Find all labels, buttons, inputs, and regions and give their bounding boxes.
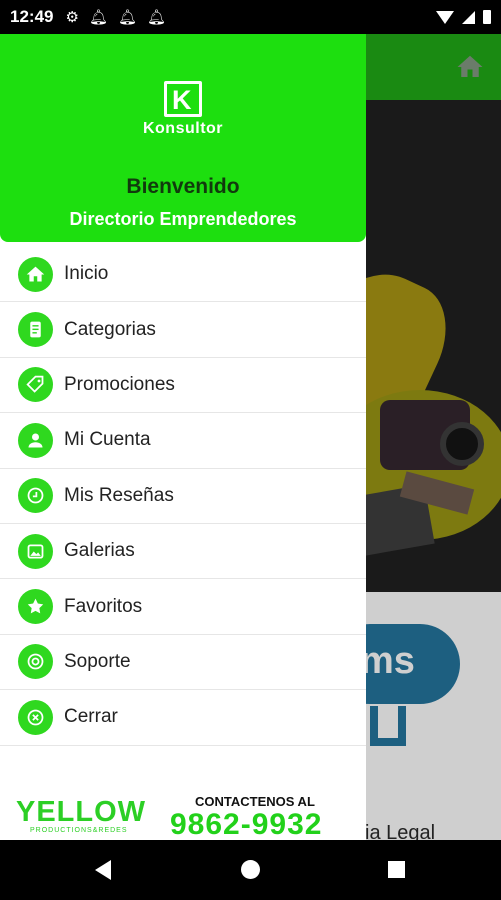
menu-item-label: Promociones bbox=[64, 373, 175, 395]
gallery-icon bbox=[18, 533, 53, 569]
menu-item-galerias[interactable]: Galerias bbox=[0, 524, 366, 580]
home-button-icon[interactable] bbox=[241, 860, 260, 879]
support-icon bbox=[18, 644, 53, 680]
menu-item-label: Categorias bbox=[64, 318, 156, 340]
menu-item-favoritos[interactable]: Favoritos bbox=[0, 579, 366, 635]
drawer-footer: YELLOW PRODUCTIONS&REDES CONTACTENOS AL … bbox=[0, 790, 366, 840]
menu-item-mis-resenas[interactable]: Mis Reseñas bbox=[0, 469, 366, 524]
status-bar: 12:49 ⚙ 🔔︎ 🔔︎ 🔔︎ bbox=[0, 0, 501, 34]
bell-icon: 🔔︎ bbox=[117, 9, 138, 26]
menu-item-promociones[interactable]: Promociones bbox=[0, 358, 366, 414]
contact-phone[interactable]: 9862-9932 bbox=[170, 808, 322, 840]
menu-item-inicio[interactable]: Inicio bbox=[0, 247, 366, 303]
menu-item-label: Mi Cuenta bbox=[64, 429, 151, 451]
menu-item-label: Favoritos bbox=[64, 595, 143, 617]
battery-icon bbox=[483, 10, 491, 24]
menu-item-label: Soporte bbox=[64, 650, 131, 672]
tag-icon bbox=[18, 367, 53, 403]
menu-item-mi-cuenta[interactable]: Mi Cuenta bbox=[0, 413, 366, 469]
drawer-header: K Konsultor Bienvenido Directorio Empren… bbox=[0, 34, 366, 242]
gear-icon: ⚙ bbox=[65, 9, 79, 26]
close-icon bbox=[18, 699, 53, 735]
promo-text: ms bbox=[360, 640, 415, 682]
menu-item-categorias[interactable]: Categorias bbox=[0, 302, 366, 358]
menu-item-label: Cerrar bbox=[64, 706, 118, 728]
promo-stem bbox=[370, 706, 406, 746]
signal-icon bbox=[462, 10, 475, 24]
bell-icon: 🔔︎ bbox=[147, 9, 167, 26]
menu-item-label: Galerias bbox=[64, 540, 135, 562]
yellow-brand-logo: YELLOW bbox=[16, 796, 147, 828]
review-icon bbox=[18, 478, 53, 514]
contact-label: CONTACTENOS AL bbox=[195, 794, 315, 809]
yellow-brand-subtitle: PRODUCTIONS&REDES bbox=[30, 827, 128, 834]
star-icon bbox=[18, 589, 53, 625]
menu-item-cerrar[interactable]: Cerrar bbox=[0, 690, 366, 746]
status-right bbox=[436, 10, 491, 24]
wifi-icon bbox=[436, 10, 454, 24]
navigation-drawer: K Konsultor Bienvenido Directorio Empren… bbox=[0, 34, 366, 840]
menu-item-soporte[interactable]: Soporte bbox=[0, 635, 366, 691]
system-nav-bar bbox=[0, 840, 501, 900]
drawer-menu: Inicio Categorias Promociones Mi Cuenta … bbox=[0, 247, 366, 746]
bell-icon: 🔔︎ bbox=[88, 9, 108, 26]
document-icon bbox=[18, 312, 53, 348]
status-time: 12:49 bbox=[10, 7, 54, 26]
logo-text: Konsultor bbox=[142, 120, 224, 137]
menu-item-label: Inicio bbox=[64, 263, 109, 285]
person-icon bbox=[18, 422, 53, 458]
back-button-icon[interactable] bbox=[95, 860, 111, 880]
camera-lens bbox=[440, 422, 484, 466]
home-icon bbox=[18, 256, 53, 292]
menu-item-label: Mis Reseñas bbox=[64, 484, 174, 506]
drawer-subtitle: Directorio Emprendedores bbox=[69, 209, 297, 229]
recents-button-icon[interactable] bbox=[388, 861, 405, 878]
home-icon[interactable] bbox=[455, 52, 485, 82]
welcome-title: Bienvenido bbox=[126, 175, 240, 198]
konsultor-logo-icon: K bbox=[164, 81, 202, 117]
logo-letter: K bbox=[172, 85, 192, 115]
